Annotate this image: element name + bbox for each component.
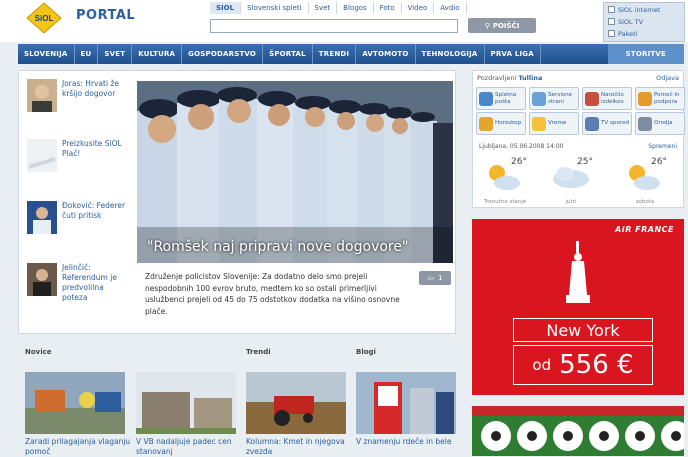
hero-caption[interactable]: "Romšek naj pripravi nove dogovore"	[147, 239, 408, 255]
search-tab[interactable]: SIOL	[210, 2, 242, 14]
hero-image[interactable]: "Romšek naj pripravi nove dogovore"	[137, 81, 453, 263]
news-thumbnail	[27, 79, 57, 112]
weather-cell[interactable]: 26° Trenutno stanje	[481, 155, 529, 205]
bottom-news-title[interactable]: V znamenju rdeče in bele	[356, 437, 462, 447]
siol-logo[interactable]: SiOL	[26, 2, 62, 34]
logout-link[interactable]: Odjava	[656, 74, 679, 82]
search-input[interactable]	[210, 19, 458, 33]
air-france-ad[interactable]: AIR FRANCE New York od 556 €	[472, 219, 684, 395]
ad-destination: New York	[513, 318, 653, 342]
bottom-news-title[interactable]: Zaradi prilagajanja vlaganju pomoč	[25, 437, 131, 457]
tools-icon	[638, 116, 652, 131]
nav-item[interactable]: SLOVENIJA	[18, 44, 75, 64]
section-title[interactable]: Blogi	[356, 348, 376, 356]
hero-description: Združenje policistov Slovenije: Za dodat…	[145, 272, 400, 316]
sidebar-news-item[interactable]: Jelinčič: Referendum je predvolilna pote…	[27, 263, 127, 302]
search-tab[interactable]: Foto	[374, 2, 402, 14]
site-header: SiOL PORTAL SIOL Slovenski spleti Svet B…	[0, 0, 688, 42]
nav-item[interactable]: TRENDI	[313, 44, 357, 64]
greeting: Pozdravljeni Tullina	[477, 74, 543, 82]
service-item[interactable]: SiOL internet	[604, 4, 684, 15]
weather-location: Ljubljana, 05.06.2008 14:00	[479, 143, 564, 150]
service-item[interactable]: Paketi	[604, 28, 684, 39]
comment-icon: ▭	[427, 274, 435, 282]
ad-brand: AIR FRANCE	[615, 225, 674, 234]
nav-item[interactable]: TEHNOLOGIJA	[416, 44, 485, 64]
help-icon	[638, 91, 652, 106]
search-tab[interactable]: Blogos	[337, 2, 374, 14]
weather-cell[interactable]: 26° sobota	[621, 155, 669, 205]
tv-icon	[585, 116, 599, 131]
quick-link[interactable]: Vreme	[529, 112, 579, 135]
weather-cell[interactable]: 25° jutri	[547, 155, 595, 205]
sun-icon	[532, 116, 546, 131]
quick-link[interactable]: Servisne strani	[529, 87, 579, 110]
sidebar-news-title: Jelinčič: Referendum je predvolilna pote…	[62, 263, 117, 302]
ad-price: od 556 €	[513, 345, 653, 385]
section-title[interactable]: Trendi	[246, 348, 271, 356]
bottom-news-title[interactable]: V VB nadaljuje padec cen stanovanj	[136, 437, 242, 457]
search-tab[interactable]: Video	[402, 2, 435, 14]
search-tabs: SIOL Slovenski spleti Svet Blogos Foto V…	[210, 2, 467, 14]
quick-link[interactable]: Naročilo izdelkov	[582, 87, 632, 110]
nav-item[interactable]: KULTURA	[132, 44, 183, 64]
comments-badge[interactable]: ▭ 1	[419, 271, 451, 285]
section-title[interactable]: Novice	[25, 348, 52, 356]
checkbox-icon	[608, 18, 615, 25]
quick-link[interactable]: Orodja	[635, 112, 685, 135]
news-thumbnail	[27, 139, 57, 172]
police-photo	[137, 81, 453, 263]
sidebar-news-item[interactable]: Joras: Hrvati že kršijo dogovor	[27, 79, 127, 115]
sidebar-news-title: Preizkusite SiOL Plač!	[62, 139, 122, 158]
football-balls-image	[472, 406, 684, 456]
quick-link[interactable]: Spletna pošta	[476, 87, 526, 110]
services-box: SiOL internet SiOL TV Paketi	[603, 2, 685, 42]
comment-count: 1	[438, 274, 443, 282]
mail-icon	[479, 91, 493, 106]
search-icon: ⚲	[484, 21, 490, 30]
bottom-news-title[interactable]: Kolumna: Kmet in njegova zvezda	[246, 437, 352, 457]
news-thumbnail	[27, 263, 57, 296]
nav-item[interactable]: ŠPORTAL	[263, 44, 313, 64]
news-thumbnail	[27, 201, 57, 234]
sidebar-news-item[interactable]: Đoković: Federer čuti pritisk	[27, 201, 127, 237]
logo-text: SiOL	[35, 14, 54, 23]
news-thumbnail[interactable]	[356, 372, 456, 434]
star-icon	[479, 116, 493, 131]
quick-link[interactable]: TV spored	[582, 112, 632, 135]
news-thumbnail[interactable]	[246, 372, 346, 434]
news-thumbnail[interactable]	[25, 372, 125, 434]
nav-item[interactable]: PRVA LIGA	[485, 44, 541, 64]
news-thumbnail[interactable]	[136, 372, 236, 434]
football-ad[interactable]	[472, 406, 684, 456]
search-tab[interactable]: Avdio	[434, 2, 467, 14]
search-button-label: POIŠČI	[492, 21, 520, 30]
nav-item[interactable]: AVTOMOTO	[356, 44, 416, 64]
checkbox-icon	[608, 30, 615, 37]
service-icon	[532, 91, 546, 106]
checkbox-icon	[608, 6, 615, 13]
nav-item-storitve[interactable]: STORITVE	[607, 44, 684, 64]
nav-item[interactable]: GOSPODARSTVO	[182, 44, 264, 64]
sidebar-news-title: Đoković: Federer čuti pritisk	[62, 201, 126, 220]
quick-links: Spletna pošta Servisne strani Naročilo i…	[476, 87, 685, 135]
weather-change-link[interactable]: Spremeni	[648, 143, 677, 150]
quick-link[interactable]: Horoskop	[476, 112, 526, 135]
service-item[interactable]: SiOL TV	[604, 16, 684, 27]
user-panel: Pozdravljeni Tullina Odjava Spletna pošt…	[472, 70, 685, 208]
username: Tullina	[518, 74, 543, 82]
sidebar-news-title: Joras: Hrvati že kršijo dogovor	[62, 79, 120, 98]
nav-item[interactable]: SVET	[98, 44, 133, 64]
statue-of-liberty-icon	[566, 241, 590, 303]
main-nav: SLOVENIJA EU SVET KULTURA GOSPODARSTVO Š…	[18, 44, 684, 64]
main-news-panel: Joras: Hrvati že kršijo dogovor Preizkus…	[18, 70, 456, 334]
nav-item[interactable]: EU	[75, 44, 99, 64]
search-button[interactable]: ⚲ POIŠČI	[468, 18, 536, 33]
cart-icon	[585, 91, 599, 106]
sidebar-news-item[interactable]: Preizkusite SiOL Plač!	[27, 139, 127, 175]
search-tab[interactable]: Svet	[309, 2, 338, 14]
portal-title: PORTAL	[76, 8, 136, 23]
search-tab[interactable]: Slovenski spleti	[241, 2, 309, 14]
quick-link[interactable]: Pomoč in podpora	[635, 87, 685, 110]
